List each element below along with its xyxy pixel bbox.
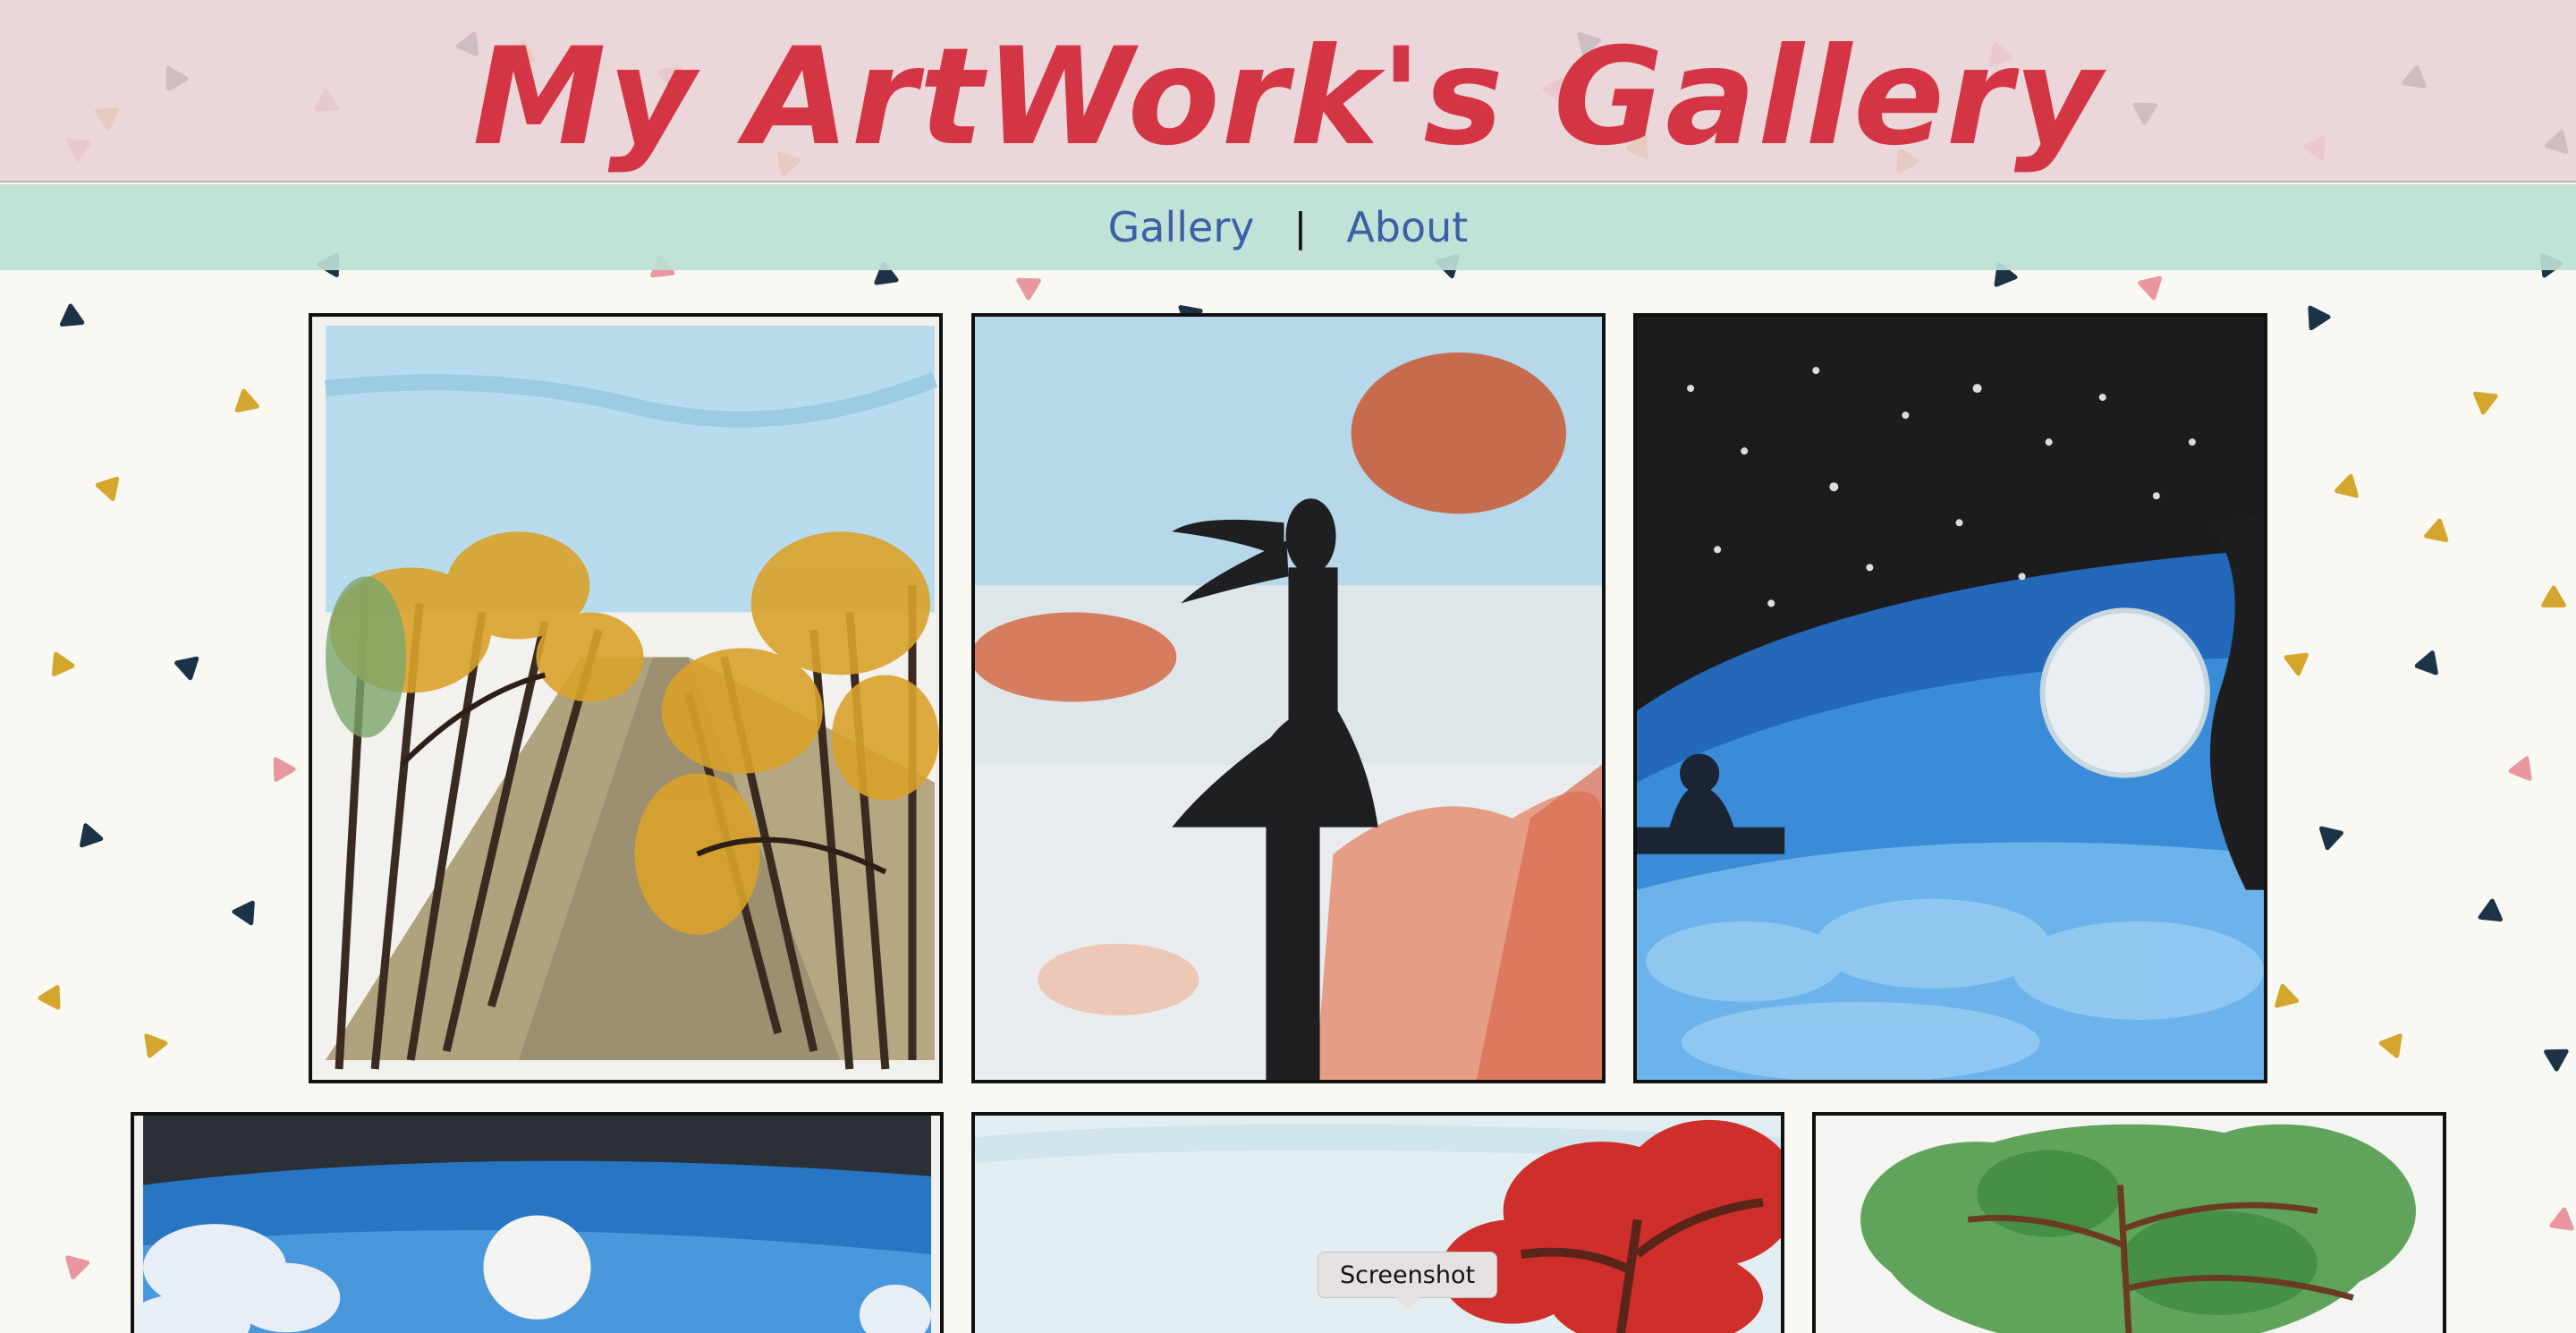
artwork-image	[1816, 1116, 2443, 1333]
artwork-card-autumn-road[interactable]	[309, 313, 943, 1083]
background-triangle	[2138, 276, 2162, 301]
background-triangle	[2308, 305, 2331, 331]
artwork-card-green-tree[interactable]	[1812, 1112, 2446, 1333]
artwork-image	[134, 1116, 940, 1333]
background-triangle	[2544, 1049, 2569, 1072]
background-triangle	[1016, 277, 1041, 301]
nav-link-about[interactable]: About	[1346, 203, 1468, 251]
artwork-card-blue-night-moon[interactable]	[131, 1112, 944, 1333]
artwork-image	[1637, 317, 2264, 1080]
background-triangle	[2473, 391, 2498, 415]
artwork-image	[312, 317, 939, 1080]
site-title: My ArtWork's Gallery	[472, 20, 2104, 175]
artwork-card-girl-silhouette[interactable]	[971, 313, 1606, 1083]
background-triangle	[2478, 898, 2503, 922]
site-header: My ArtWork's Gallery	[0, 0, 2576, 183]
background-triangle	[2541, 585, 2566, 607]
nav-link-gallery[interactable]: Gallery	[1108, 203, 1255, 251]
background-triangle	[2284, 652, 2309, 676]
background-triangle	[174, 656, 199, 681]
background-triangle	[2319, 826, 2343, 851]
background-triangle	[273, 757, 296, 782]
background-triangle	[144, 1033, 168, 1058]
artwork-card-red-tree[interactable]	[971, 1112, 1784, 1333]
background-triangle	[38, 985, 61, 1010]
background-triangle	[65, 1255, 90, 1280]
background-triangle	[2414, 650, 2438, 675]
screenshot-tooltip: Screenshot	[1318, 1252, 1497, 1298]
nav-separator: |	[1293, 204, 1308, 250]
background-triangle	[2424, 518, 2449, 542]
background-triangle	[80, 823, 104, 848]
background-triangle	[232, 900, 255, 926]
background-triangle	[234, 388, 259, 412]
artwork-card-moon-night[interactable]	[1633, 313, 2267, 1083]
artwork-image	[975, 1116, 1781, 1333]
artwork-image	[975, 317, 1602, 1080]
background-triangle	[2378, 1033, 2402, 1058]
background-triangle	[59, 303, 85, 327]
background-triangle	[2508, 756, 2532, 781]
background-triangle	[52, 651, 75, 677]
background-triangle	[2334, 473, 2359, 498]
background-triangle	[2549, 1207, 2574, 1231]
background-triangle	[2275, 983, 2299, 1008]
navigation-bar: Gallery | About	[0, 184, 2576, 270]
background-triangle	[95, 476, 120, 501]
tooltip-pointer	[1395, 1297, 1420, 1310]
